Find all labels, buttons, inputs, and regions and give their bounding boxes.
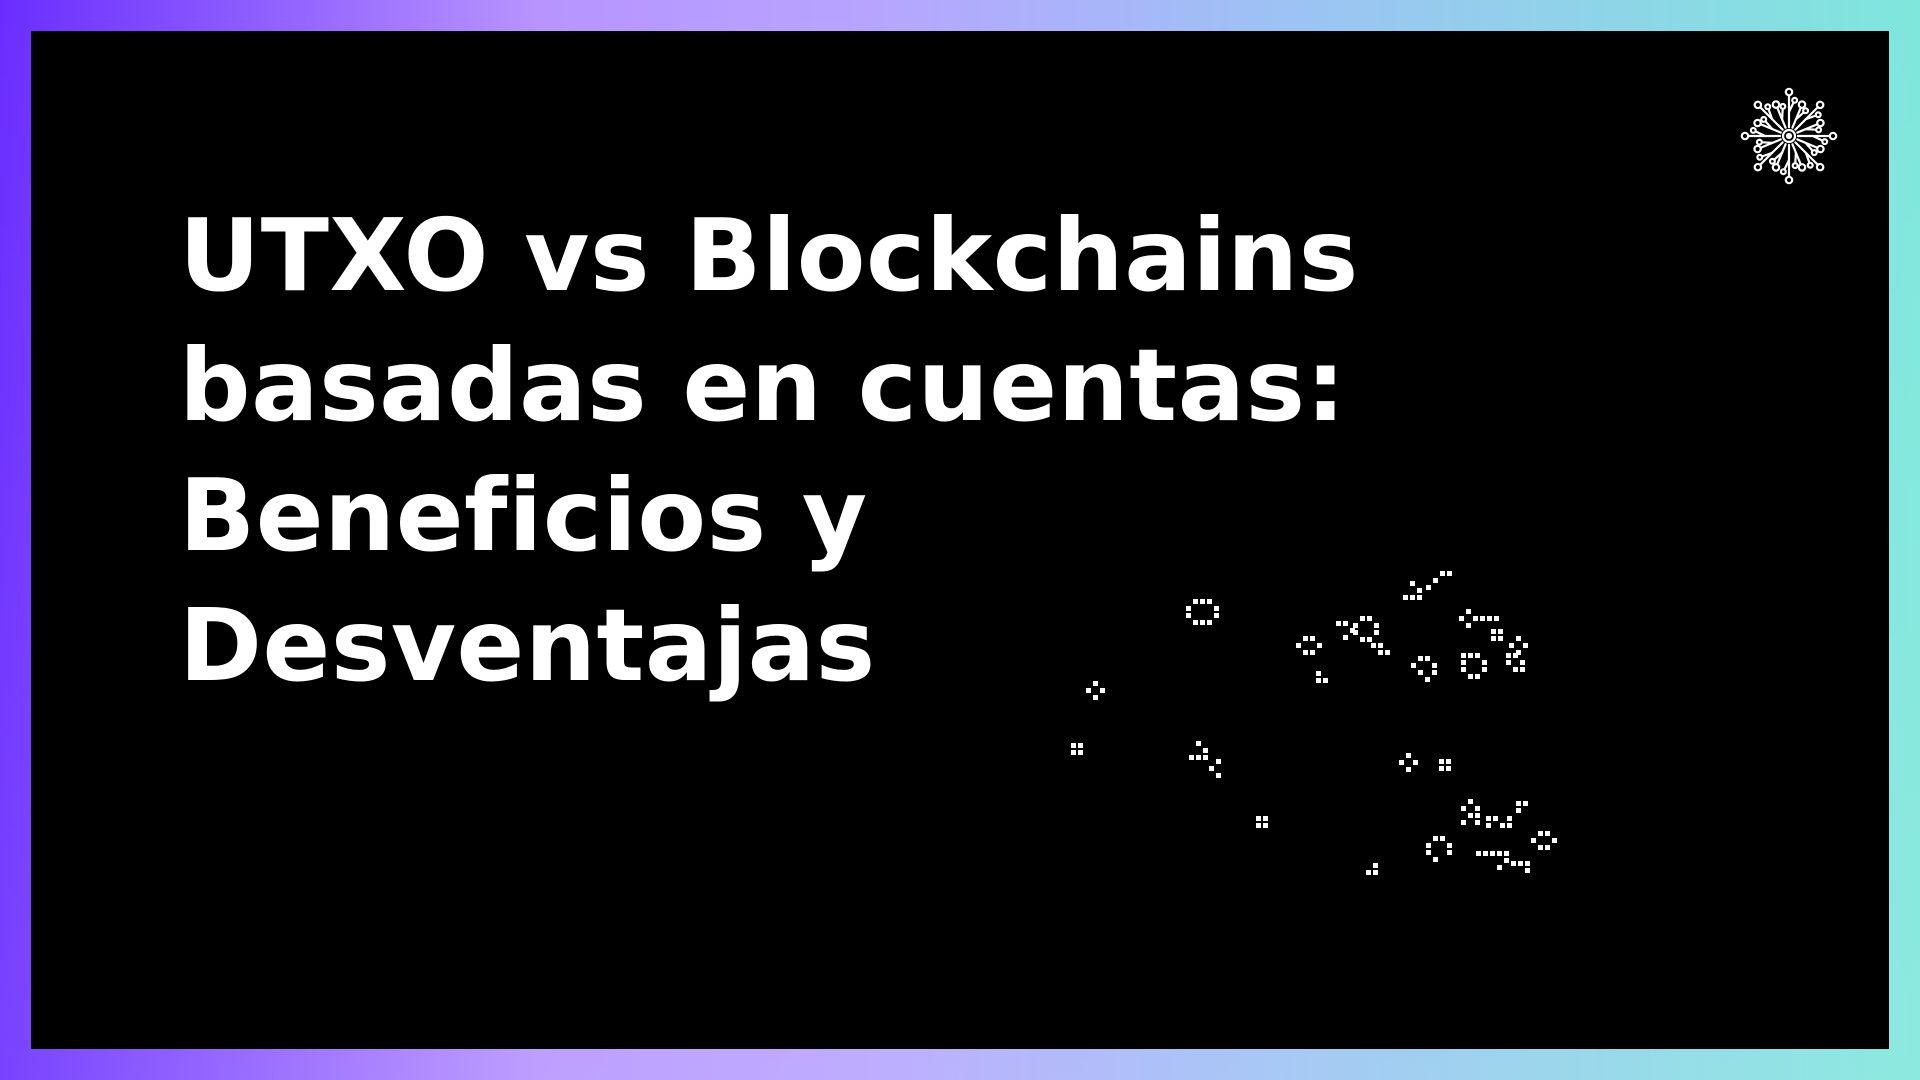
title-line-4: Desventajas bbox=[179, 587, 876, 704]
title-line-3: Beneficios y bbox=[179, 457, 868, 574]
slide-frame: UTXO vs Blockchains basadas en cuentas: … bbox=[0, 0, 1920, 1080]
title-line-2: basadas en cuentas: bbox=[179, 327, 1347, 444]
slide-canvas: UTXO vs Blockchains basadas en cuentas: … bbox=[31, 31, 1889, 1049]
title-line-1: UTXO vs Blockchains bbox=[179, 197, 1359, 314]
network-burst-icon bbox=[1740, 87, 1838, 185]
slide-title: UTXO vs Blockchains basadas en cuentas: … bbox=[179, 191, 1479, 711]
